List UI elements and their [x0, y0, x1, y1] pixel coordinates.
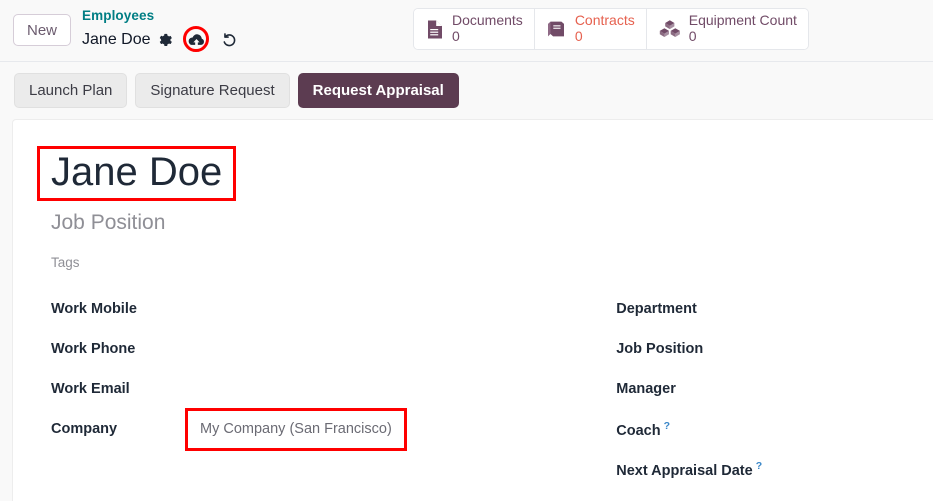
tags-placeholder[interactable]: Tags [51, 255, 933, 270]
document-icon [425, 19, 445, 40]
save-record-button[interactable] [182, 25, 212, 55]
stat-label-contracts: Contracts [575, 13, 635, 29]
field-row-department: Department [616, 289, 933, 329]
company-value-highlight: My Company (San Francisco) [185, 408, 407, 451]
stat-text-contracts: Contracts 0 [575, 13, 635, 44]
stat-button-equipment-count[interactable]: Equipment Count 0 [647, 9, 808, 49]
field-label-work-mobile: Work Mobile [51, 301, 161, 317]
field-row-next-appraisal-date: Next Appraisal Date? [616, 449, 933, 489]
book-icon [546, 19, 568, 39]
field-label-coach: Coach? [616, 420, 670, 439]
breadcrumb: New Employees Jane Doe [13, 9, 238, 55]
field-row-coach: Coach? [616, 409, 933, 449]
field-row-work-phone: Work Phone [51, 329, 616, 369]
field-label-company: Company [51, 421, 161, 437]
field-row-job-position: Job Position [616, 329, 933, 369]
sheet-area: Jane Doe Job Position Tags Work Mobile W… [0, 119, 933, 501]
field-label-work-phone: Work Phone [51, 341, 161, 357]
breadcrumb-current-row: Jane Doe [82, 25, 238, 55]
help-icon-coach[interactable]: ? [664, 420, 670, 432]
breadcrumb-stack: Employees Jane Doe [82, 9, 238, 55]
gear-icon[interactable] [158, 33, 173, 48]
control-panel: New Employees Jane Doe [0, 0, 933, 62]
signature-request-button[interactable]: Signature Request [135, 73, 289, 108]
field-label-next-appraisal-date-text: Next Appraisal Date [616, 463, 752, 479]
form-grid: Work Mobile Work Phone Work Email Compan… [37, 289, 933, 489]
field-row-company: Company My Company (San Francisco) [51, 409, 616, 449]
employee-name-highlight: Jane Doe [37, 146, 236, 201]
field-label-department: Department [616, 301, 697, 317]
stat-text-equipment-count: Equipment Count 0 [689, 13, 797, 44]
employee-name-field[interactable]: Jane Doe [51, 151, 222, 194]
stat-value-contracts: 0 [575, 29, 635, 45]
form-column-right: Department Job Position Manager Coach? [616, 289, 933, 489]
new-button[interactable]: New [13, 14, 71, 46]
form-sheet: Jane Doe Job Position Tags Work Mobile W… [12, 119, 933, 501]
field-row-work-mobile: Work Mobile [51, 289, 616, 329]
breadcrumb-current-record: Jane Doe [82, 32, 151, 49]
field-row-manager: Manager [616, 369, 933, 409]
field-label-job-position: Job Position [616, 341, 703, 357]
stat-label-documents: Documents [452, 13, 523, 29]
cubes-icon [658, 19, 682, 40]
job-position-placeholder[interactable]: Job Position [51, 211, 933, 235]
field-label-coach-text: Coach [616, 423, 660, 439]
launch-plan-button[interactable]: Launch Plan [14, 73, 127, 108]
help-icon-next-appraisal-date[interactable]: ? [756, 460, 762, 472]
stat-label-equipment-count: Equipment Count [689, 13, 797, 29]
stat-button-box: Documents 0 Contracts 0 [413, 8, 809, 50]
stat-text-documents: Documents 0 [452, 13, 523, 44]
field-label-work-email: Work Email [51, 381, 161, 397]
field-row-work-email: Work Email [51, 369, 616, 409]
field-label-manager: Manager [616, 381, 676, 397]
stat-button-contracts[interactable]: Contracts 0 [535, 9, 647, 49]
undo-icon[interactable] [221, 32, 238, 49]
breadcrumb-parent-employees[interactable]: Employees [82, 9, 238, 23]
form-column-left: Work Mobile Work Phone Work Email Compan… [37, 289, 616, 489]
field-label-next-appraisal-date: Next Appraisal Date? [616, 460, 762, 479]
stat-value-equipment-count: 0 [689, 29, 797, 45]
field-value-company[interactable]: My Company (San Francisco) [200, 421, 392, 437]
request-appraisal-button[interactable]: Request Appraisal [298, 73, 459, 108]
cloud-upload-icon[interactable] [187, 31, 206, 50]
stat-button-documents[interactable]: Documents 0 [414, 9, 535, 49]
record-action-buttons: Launch Plan Signature Request Request Ap… [0, 62, 933, 119]
stat-value-documents: 0 [452, 29, 523, 45]
